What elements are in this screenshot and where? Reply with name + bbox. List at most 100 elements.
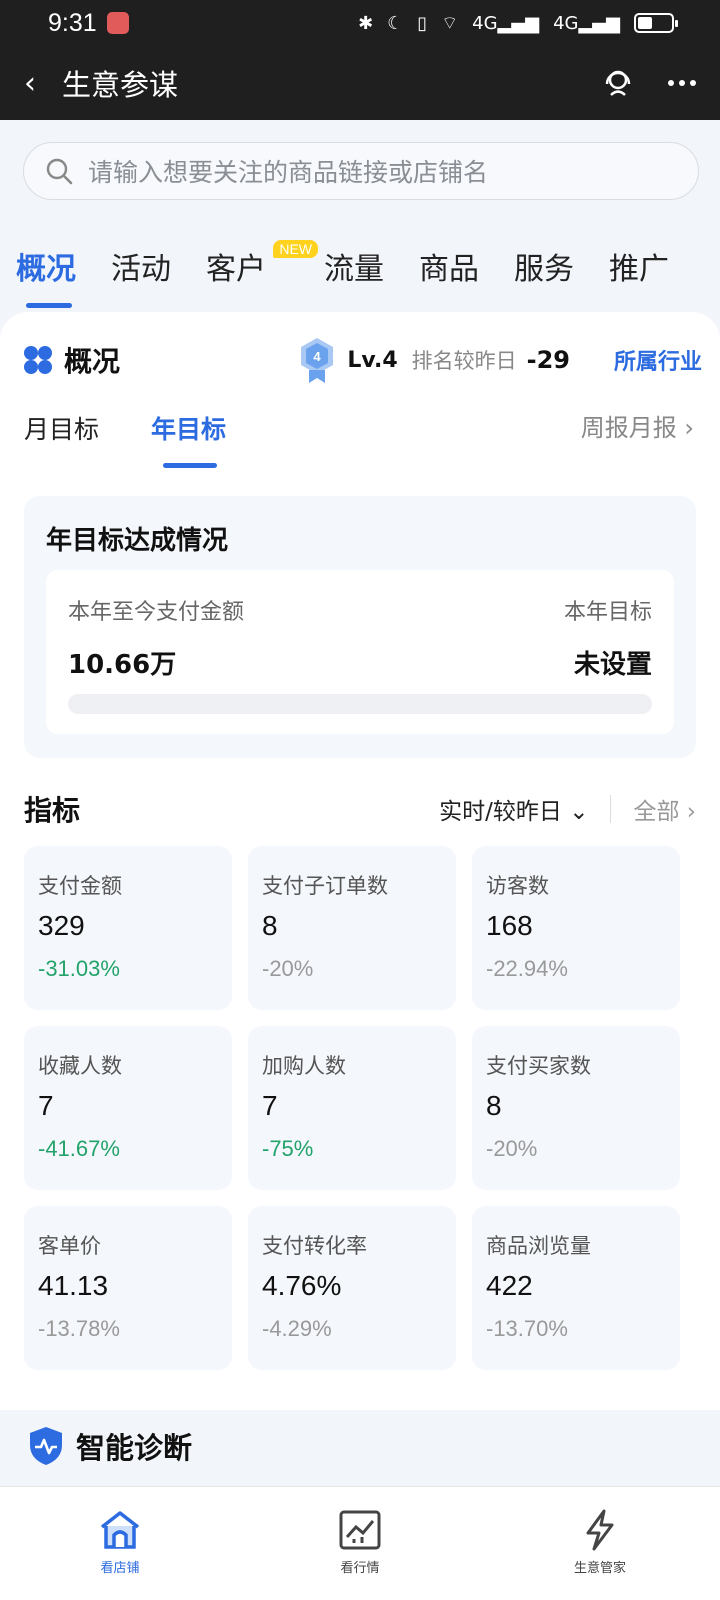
tab-service[interactable]: 服务 bbox=[514, 232, 574, 308]
metric-label: 支付转化率 bbox=[262, 1234, 367, 1258]
moon-icon: ☾ bbox=[387, 12, 404, 34]
signal-icon-a: 4G▂▄▆ bbox=[472, 12, 540, 34]
rank-change: -29 bbox=[526, 346, 570, 374]
metric-card[interactable]: 商品浏览量 422 -13.70% bbox=[472, 1206, 680, 1370]
tab-traffic-label: 流量 bbox=[324, 252, 384, 287]
metric-value: 7 bbox=[38, 1090, 54, 1121]
nav-market[interactable]: 看行情 bbox=[280, 1487, 440, 1600]
new-badge: NEW bbox=[273, 240, 318, 258]
metric-label: 支付买家数 bbox=[486, 1054, 591, 1078]
target-label: 本年目标 bbox=[563, 600, 652, 625]
target-value[interactable]: 未设置 bbox=[574, 644, 652, 681]
tab-customer-label: 客户 bbox=[206, 252, 266, 287]
metric-change: -13.78% bbox=[38, 1316, 120, 1341]
all-metrics-link[interactable]: 全部 › bbox=[633, 792, 696, 826]
shield-pulse-icon bbox=[30, 1427, 62, 1465]
shop-icon bbox=[100, 1511, 140, 1549]
app-header: ‹ 生意参谋 bbox=[0, 46, 720, 120]
status-icons: ✱ ☾ ▯ ⌔ 4G▂▄▆ 4G▂▄▆ bbox=[358, 12, 678, 35]
metric-card[interactable]: 客单价 41.13 -13.78% bbox=[24, 1206, 232, 1370]
goal-tabs: 月目标 年目标 周报月报 › bbox=[24, 408, 694, 468]
metrics-title: 指标 bbox=[24, 794, 81, 827]
battery-icon bbox=[634, 13, 678, 33]
tab-activity-label: 活动 bbox=[111, 252, 171, 287]
tab-traffic[interactable]: 流量 bbox=[324, 232, 384, 308]
metric-label: 商品浏览量 bbox=[486, 1234, 591, 1258]
report-link-label: 周报月报 bbox=[580, 414, 677, 442]
wifi-icon: ⌔ bbox=[441, 12, 459, 34]
metric-card[interactable]: 支付金额 329 -31.03% bbox=[24, 846, 232, 1010]
metric-change: -13.70% bbox=[486, 1316, 568, 1341]
search-icon bbox=[46, 158, 73, 185]
chevron-right-icon: › bbox=[684, 414, 694, 442]
metric-label: 支付金额 bbox=[38, 874, 122, 898]
chevron-down-icon: ⌄ bbox=[569, 799, 589, 825]
notification-app-icon bbox=[106, 12, 129, 34]
status-bar: 9:31 ✱ ☾ ▯ ⌔ 4G▂▄▆ 4G▂▄▆ bbox=[0, 0, 720, 46]
metric-card[interactable]: 收藏人数 7 -41.67% bbox=[24, 1026, 232, 1190]
level-badge-icon: 4 bbox=[301, 338, 334, 383]
metric-change: -31.03% bbox=[38, 956, 120, 981]
overview-icon bbox=[24, 346, 52, 374]
tab-year-goal[interactable]: 年目标 bbox=[151, 408, 226, 468]
search-input[interactable]: 请输入想要关注的商品链接或店铺名 bbox=[23, 142, 699, 200]
nav-shop-label: 看店铺 bbox=[100, 1561, 140, 1576]
tab-product[interactable]: 商品 bbox=[419, 232, 479, 308]
customer-service-icon[interactable] bbox=[602, 67, 634, 99]
metric-card[interactable]: 支付转化率 4.76% -4.29% bbox=[248, 1206, 456, 1370]
tab-promotion-label: 推广 bbox=[609, 252, 669, 287]
metric-card[interactable]: 支付子订单数 8 -20% bbox=[248, 846, 456, 1010]
metric-label: 加购人数 bbox=[262, 1054, 346, 1078]
metric-value: 8 bbox=[486, 1090, 502, 1121]
divider bbox=[610, 795, 612, 823]
tab-customer[interactable]: 客户 NEW bbox=[206, 232, 318, 308]
back-icon[interactable]: ‹ bbox=[24, 66, 54, 101]
smart-diagnosis-section[interactable]: 智能诊断 bbox=[0, 1410, 720, 1482]
tab-service-label: 服务 bbox=[514, 252, 574, 287]
rank-label: 排名较昨日 bbox=[411, 349, 517, 373]
signal-icon-b: 4G▂▄▆ bbox=[553, 12, 620, 34]
metric-label: 收藏人数 bbox=[38, 1054, 122, 1078]
year-goal-card: 年目标达成情况 本年至今支付金额 本年目标 10.66万 未设置 bbox=[24, 496, 696, 758]
more-icon[interactable] bbox=[668, 80, 696, 86]
network-type-b: 4G bbox=[553, 12, 579, 34]
overview-card: 概况 4 Lv.4 排名较昨日 -29 所属行业 月目标 年目标 周报月报 › … bbox=[0, 312, 720, 1412]
search-area: 请输入想要关注的商品链接或店铺名 bbox=[0, 120, 720, 210]
metric-grid: 支付金额 329 -31.03% 支付子订单数 8 -20% 访客数 168 -… bbox=[24, 846, 700, 1376]
metric-change: -41.67% bbox=[38, 1136, 120, 1161]
battery-level bbox=[638, 17, 653, 29]
status-time: 9:31 bbox=[48, 8, 97, 37]
metric-change: -75% bbox=[262, 1136, 314, 1161]
page-title: 生意参谋 bbox=[62, 68, 179, 102]
tab-month-goal[interactable]: 月目标 bbox=[24, 408, 99, 468]
metric-change: -4.29% bbox=[262, 1316, 332, 1341]
search-placeholder: 请输入想要关注的商品链接或店铺名 bbox=[88, 158, 489, 187]
tab-overview[interactable]: 概况 bbox=[16, 232, 76, 308]
metric-value: 8 bbox=[262, 910, 278, 941]
vibrate-icon: ▯ bbox=[417, 12, 428, 34]
goal-title: 年目标达成情况 bbox=[46, 526, 229, 556]
metric-card[interactable]: 加购人数 7 -75% bbox=[248, 1026, 456, 1190]
goal-progress-bar bbox=[68, 694, 652, 714]
metric-value: 168 bbox=[486, 910, 533, 941]
diagnosis-title: 智能诊断 bbox=[76, 1431, 193, 1465]
nav-butler[interactable]: 生意管家 bbox=[520, 1487, 680, 1600]
report-link[interactable]: 周报月报 › bbox=[581, 408, 694, 443]
nav-butler-label: 生意管家 bbox=[573, 1561, 626, 1576]
metric-value: 41.13 bbox=[38, 1270, 109, 1301]
bottom-nav: 看店铺 看行情 生意管家 bbox=[0, 1486, 720, 1600]
level-number: 4 bbox=[314, 349, 322, 364]
tab-promotion[interactable]: 推广 bbox=[609, 232, 669, 308]
metric-change: -20% bbox=[262, 956, 314, 981]
time-range-select[interactable]: 实时/较昨日 ⌄ bbox=[439, 792, 588, 826]
tab-activity[interactable]: 活动 bbox=[111, 232, 171, 308]
lightning-icon bbox=[586, 1509, 614, 1551]
category-tabs: 概况 活动 客户 NEW 流量 商品 服务 推广 bbox=[0, 232, 720, 310]
industry-link[interactable]: 所属行业 bbox=[614, 344, 702, 376]
metric-card[interactable]: 访客数 168 -22.94% bbox=[472, 846, 680, 1010]
overview-title: 概况 bbox=[64, 345, 121, 378]
bluetooth-icon: ✱ bbox=[358, 12, 374, 34]
nav-shop[interactable]: 看店铺 bbox=[40, 1487, 200, 1600]
metric-card[interactable]: 支付买家数 8 -20% bbox=[472, 1026, 680, 1190]
metric-value: 329 bbox=[38, 910, 85, 941]
